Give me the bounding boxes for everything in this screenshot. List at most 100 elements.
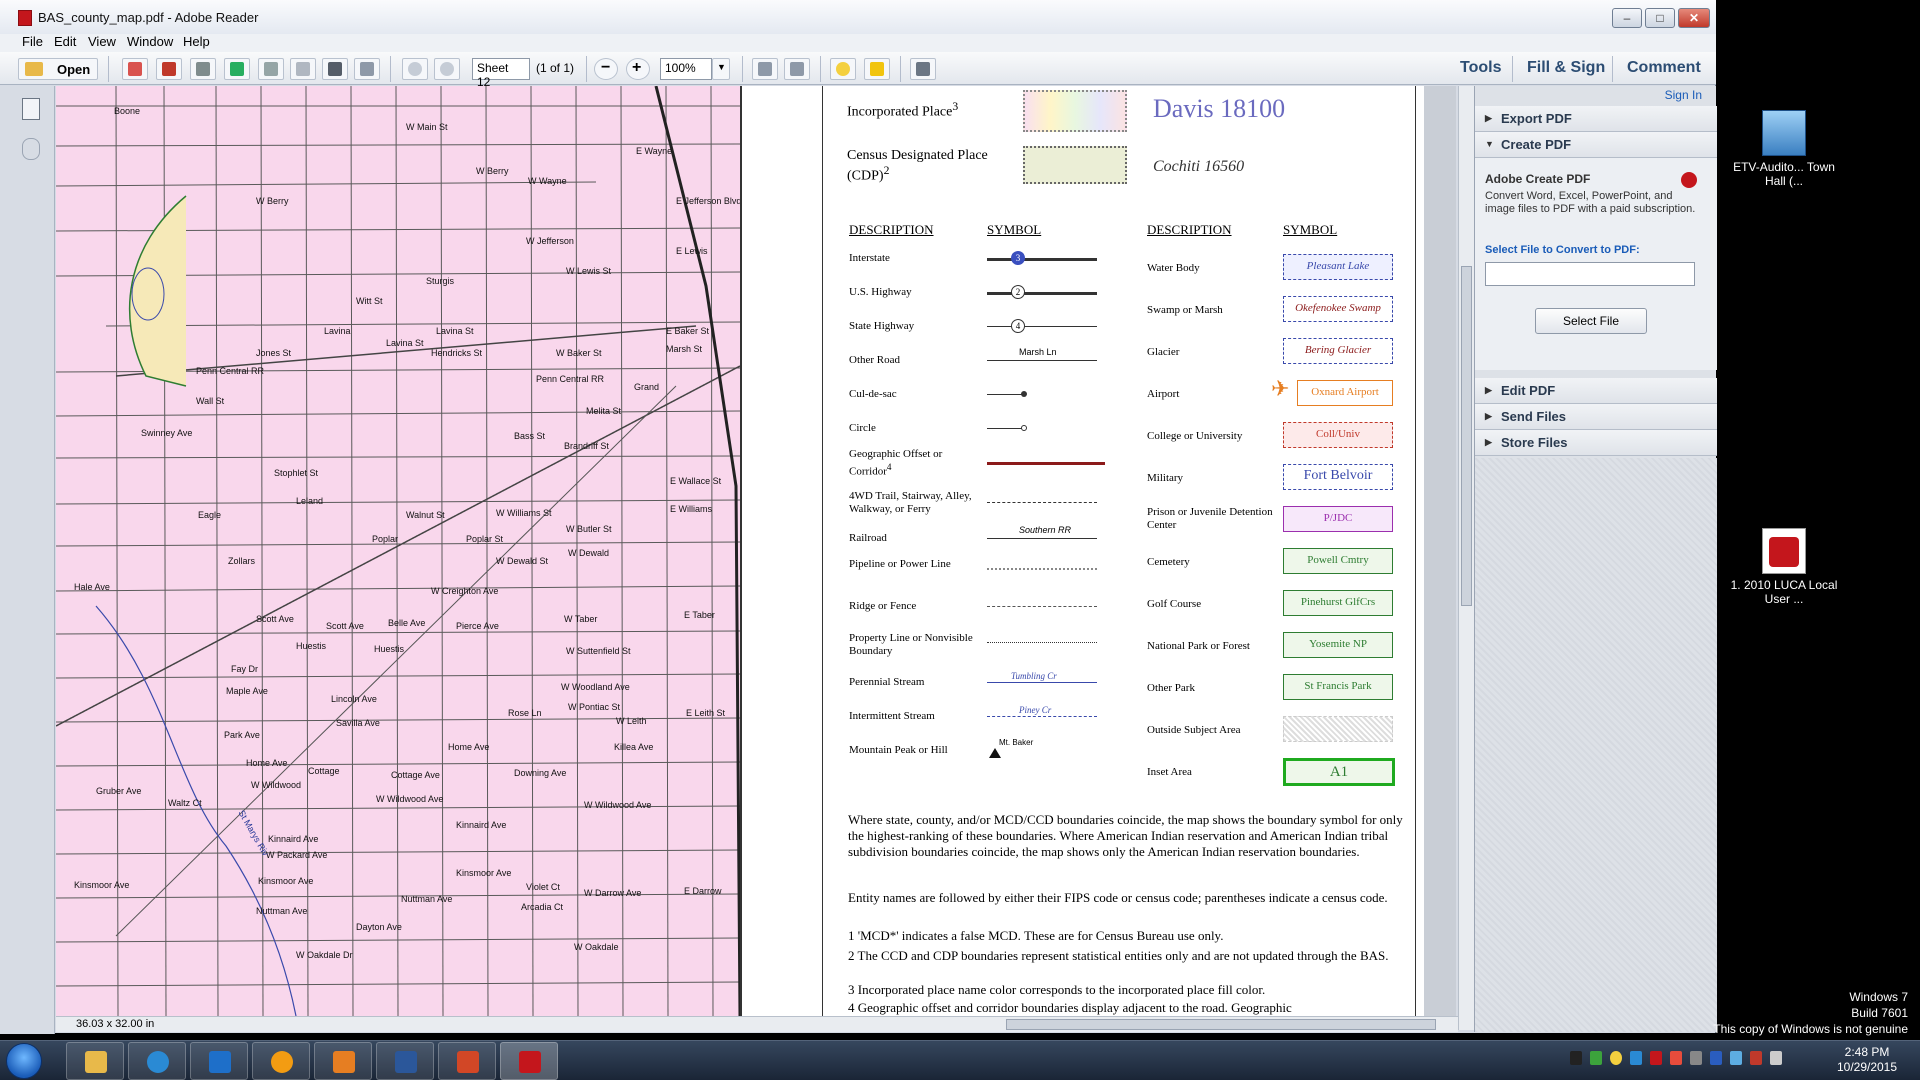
volume-icon[interactable] bbox=[1770, 1051, 1782, 1065]
horizontal-scrollbar[interactable]: 36.03 x 32.00 in bbox=[56, 1016, 1458, 1032]
save-icon[interactable] bbox=[290, 58, 316, 80]
legend-row-circle: Circle bbox=[849, 422, 876, 434]
store-files-section[interactable]: ▶ Store Files bbox=[1475, 430, 1717, 456]
previous-page-icon[interactable] bbox=[402, 58, 428, 80]
windows-watermark-2: Build 7601 bbox=[1851, 1006, 1908, 1020]
select-file-button[interactable]: Select File bbox=[1535, 308, 1647, 334]
circle-line bbox=[987, 428, 1023, 429]
page-size-label: 36.03 x 32.00 in bbox=[76, 1018, 155, 1030]
page-number-field[interactable]: Sheet 12 bbox=[472, 58, 530, 89]
fit-page-icon[interactable] bbox=[784, 58, 810, 80]
start-button[interactable] bbox=[6, 1043, 42, 1079]
tray-icon-1[interactable] bbox=[1570, 1051, 1582, 1065]
windows-watermark-1: Windows 7 bbox=[1849, 990, 1908, 1004]
export-pdf-section[interactable]: ▶ Export PDF bbox=[1475, 106, 1717, 132]
pdf-file-icon bbox=[1762, 528, 1806, 574]
map-label-huestis2: Huestis bbox=[374, 644, 405, 654]
action-center-icon[interactable] bbox=[1750, 1051, 1762, 1065]
taskbar-adobe-reader[interactable] bbox=[500, 1042, 558, 1080]
legend-row-glacier: Glacier bbox=[1147, 346, 1180, 358]
create-pdf-icon[interactable] bbox=[122, 58, 148, 80]
taskbar-powerpoint[interactable] bbox=[438, 1042, 496, 1080]
edit-pdf-icon[interactable] bbox=[190, 58, 216, 80]
taskbar-outlook[interactable] bbox=[190, 1042, 248, 1080]
taskbar-app-orange[interactable] bbox=[252, 1042, 310, 1080]
convert-file-input[interactable] bbox=[1485, 262, 1695, 286]
open-button[interactable]: Open bbox=[18, 58, 98, 80]
menu-view[interactable]: View bbox=[88, 34, 116, 49]
horizontal-scroll-thumb[interactable] bbox=[1006, 1019, 1436, 1030]
system-clock[interactable]: 2:48 PM 10/29/2015 bbox=[1832, 1045, 1902, 1075]
map-label-poplar: Poplar bbox=[372, 534, 399, 544]
convert-icon[interactable] bbox=[156, 58, 182, 80]
southern-label: Southern RR bbox=[1019, 525, 1072, 535]
comment-tab[interactable]: Comment bbox=[1627, 59, 1701, 77]
print-icon[interactable] bbox=[322, 58, 348, 80]
sign-in-link[interactable]: Sign In bbox=[1665, 88, 1702, 102]
desktop-icon-etv[interactable]: ETV-Audito... Town Hall (... bbox=[1724, 110, 1844, 188]
menu-file[interactable]: File bbox=[22, 34, 43, 49]
attachments-icon[interactable] bbox=[22, 138, 40, 160]
tools-pane: Sign In ▶ Export PDF ▼ Create PDF Adobe Cr… bbox=[1474, 86, 1717, 1032]
minimize-button[interactable]: – bbox=[1612, 8, 1642, 28]
create-pdf-section[interactable]: ▼ Create PDF bbox=[1475, 132, 1717, 158]
taskbar-ie[interactable] bbox=[128, 1042, 186, 1080]
map-label-wsuttenfield: W Suttenfield St bbox=[566, 646, 631, 656]
next-page-icon[interactable] bbox=[434, 58, 460, 80]
desktop-icon-luca[interactable]: 1. 2010 LUCA Local User ... bbox=[1724, 528, 1844, 606]
zoom-in-icon[interactable]: + bbox=[626, 58, 650, 80]
taskbar-word[interactable] bbox=[376, 1042, 434, 1080]
close-button[interactable]: ✕ bbox=[1678, 8, 1710, 28]
tray-icon-4[interactable] bbox=[1630, 1051, 1642, 1065]
edit-pdf-section[interactable]: ▶ Edit PDF bbox=[1475, 378, 1717, 404]
baker-label: Mt. Baker bbox=[999, 738, 1034, 747]
send-files-section[interactable]: ▶ Send Files bbox=[1475, 404, 1717, 430]
tray-icon-7[interactable] bbox=[1690, 1051, 1702, 1065]
map-label-wlewis: W Lewis St bbox=[566, 266, 612, 276]
map-label-hendricks: Hendricks St bbox=[431, 348, 483, 358]
shield-icon[interactable] bbox=[1670, 1051, 1682, 1065]
zoom-dropdown-chevron-down-icon[interactable]: ▼ bbox=[712, 58, 730, 80]
comment-bubble-icon[interactable] bbox=[830, 58, 856, 80]
taskbar-media[interactable] bbox=[314, 1042, 372, 1080]
adobe-reader-window: BAS_county_map.pdf - Adobe Reader – □ ✕ … bbox=[0, 0, 1717, 1034]
map-label-woakdale: W Oakdale Dr bbox=[296, 950, 353, 960]
maximize-button[interactable]: □ bbox=[1645, 8, 1675, 28]
tray-icon-3[interactable] bbox=[1610, 1051, 1622, 1065]
taskbar-explorer[interactable] bbox=[66, 1042, 124, 1080]
interstate-shield-icon: 3 bbox=[1011, 251, 1025, 265]
expand-icon[interactable] bbox=[910, 58, 936, 80]
menu-window[interactable]: Window bbox=[127, 34, 173, 49]
vertical-scroll-thumb[interactable] bbox=[1461, 266, 1472, 606]
tray-icon-2[interactable] bbox=[1590, 1051, 1602, 1065]
tray-icon-5[interactable] bbox=[1650, 1051, 1662, 1065]
zoom-field[interactable]: 100% bbox=[660, 58, 712, 80]
title-bar[interactable]: BAS_county_map.pdf - Adobe Reader – □ ✕ bbox=[0, 0, 1716, 34]
highlight-icon[interactable] bbox=[864, 58, 890, 80]
fit-width-icon[interactable] bbox=[752, 58, 778, 80]
folder-icon bbox=[85, 1051, 107, 1073]
map-label-wpontiac: W Pontiac St bbox=[568, 702, 621, 712]
zoom-out-icon[interactable]: − bbox=[594, 58, 618, 80]
map-label-wwildwood2: W Wildwood Ave bbox=[376, 794, 444, 804]
upload-folder-icon[interactable] bbox=[224, 58, 250, 80]
fill-sign-tab[interactable]: Fill & Sign bbox=[1527, 59, 1605, 77]
upload-cloud-icon[interactable] bbox=[258, 58, 284, 80]
email-icon[interactable] bbox=[354, 58, 380, 80]
adobe-reader-icon bbox=[519, 1051, 541, 1073]
menu-help[interactable]: Help bbox=[183, 34, 210, 49]
document-view[interactable]: Boone W Main St W Berry W Berry W Wayne … bbox=[56, 86, 1456, 1016]
tools-tab[interactable]: Tools bbox=[1460, 59, 1501, 77]
menu-edit[interactable]: Edit bbox=[54, 34, 76, 49]
statehighway-shield-icon: 4 bbox=[1011, 319, 1025, 333]
legend-row-ridge: Ridge or Fence bbox=[849, 600, 917, 612]
bluetooth-icon[interactable] bbox=[1710, 1051, 1722, 1065]
cdp-symbol bbox=[1023, 146, 1127, 184]
map-label-ejefferson: E Jefferson Blvd bbox=[676, 196, 740, 206]
vertical-scrollbar[interactable] bbox=[1458, 86, 1474, 1030]
network-icon[interactable] bbox=[1730, 1051, 1742, 1065]
powerpoint-icon bbox=[457, 1051, 479, 1073]
map-label-cottage: Cottage Ave bbox=[391, 770, 440, 780]
page-thumbnails-icon[interactable] bbox=[22, 98, 40, 120]
pdf-file-icon bbox=[18, 10, 32, 26]
